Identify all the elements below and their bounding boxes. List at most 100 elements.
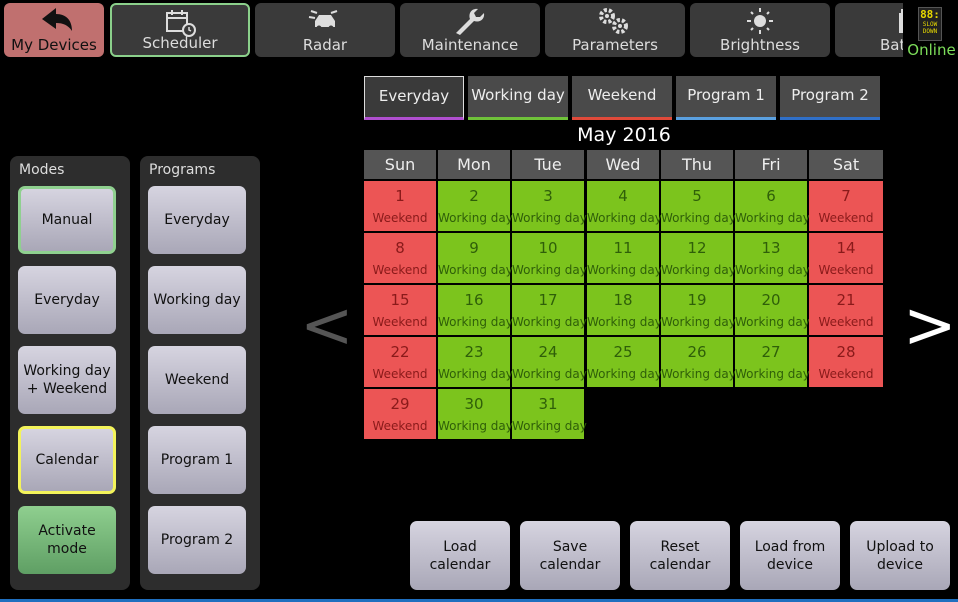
calendar-day[interactable]: 16 Working day (438, 285, 513, 335)
calendar-day[interactable]: 18 Working day (587, 285, 662, 335)
calendar-day[interactable]: 4 Working day (587, 181, 662, 231)
day-number: 20 (761, 291, 781, 309)
day-number: 14 (836, 239, 856, 257)
calendar-day[interactable]: 30 Working day (438, 389, 513, 439)
calendar-day[interactable]: 14 Weekend (809, 233, 883, 283)
day-type: Working day (438, 419, 513, 433)
calendar-day[interactable]: 21 Weekend (809, 285, 883, 335)
day-type: Working day (512, 263, 587, 277)
activate-mode-button[interactable]: Activate mode (18, 506, 116, 574)
day-number: 16 (464, 291, 484, 309)
calendar-day[interactable]: 27 Working day (735, 337, 810, 387)
calendar-day[interactable]: 13 Working day (735, 233, 810, 283)
tab-my-devices[interactable]: My Devices (4, 3, 104, 57)
online-status: Online (907, 41, 956, 59)
day-type: Working day (735, 263, 810, 277)
day-type: Weekend (372, 367, 428, 381)
action-label: Save calendar (539, 538, 601, 573)
filter-label: Program 1 (687, 86, 765, 104)
filter-working-day[interactable]: Working day (468, 76, 568, 120)
tab-brightness[interactable]: Brightness (690, 3, 830, 57)
calendar-day[interactable]: 20 Working day (735, 285, 810, 335)
filter-weekend[interactable]: Weekend (572, 76, 672, 120)
day-number: 1 (395, 187, 405, 205)
weekday-header: Wed (587, 150, 659, 179)
upload-to-device-button[interactable]: Upload to device (850, 521, 950, 590)
programs-panel: Programs Everyday Working day Weekend Pr… (140, 156, 260, 590)
filter-label: Everyday (378, 87, 450, 105)
calendar-day[interactable]: 5 Working day (661, 181, 736, 231)
program-weekend-button[interactable]: Weekend (148, 346, 246, 414)
mode-calendar-button[interactable]: Calendar (18, 426, 116, 494)
load-calendar-button[interactable]: Load calendar (410, 521, 510, 590)
calendar-day[interactable]: 22 Weekend (364, 337, 436, 387)
wrench-icon (400, 7, 540, 35)
calendar-day[interactable]: 19 Working day (661, 285, 736, 335)
tab-label: Bat (880, 36, 903, 54)
program-2-button[interactable]: Program 2 (148, 506, 246, 574)
lcd-line1: SLOW (922, 21, 938, 28)
weekday-header: Mon (438, 150, 510, 179)
day-number: 7 (841, 187, 851, 205)
filter-program-2[interactable]: Program 2 (780, 76, 880, 120)
calendar-day[interactable]: 3 Working day (512, 181, 587, 231)
day-type: Working day (512, 419, 587, 433)
tab-label: Brightness (720, 36, 800, 54)
calendar-day[interactable]: 15 Weekend (364, 285, 436, 335)
day-number: 15 (390, 291, 410, 309)
calendar-day[interactable]: 6 Working day (735, 181, 810, 231)
calendar-day[interactable]: 11 Working day (587, 233, 662, 283)
weekday-header: Tue (512, 150, 584, 179)
reset-calendar-button[interactable]: Reset calendar (630, 521, 730, 590)
calendar-day[interactable]: 7 Weekend (809, 181, 883, 231)
top-navigation: My Devices Scheduler Radar Maintenance P… (0, 0, 958, 60)
calendar-day[interactable]: 9 Working day (438, 233, 513, 283)
day-type: Weekend (372, 263, 428, 277)
program-label: Program 2 (160, 532, 234, 548)
tab-label: Radar (302, 36, 348, 54)
mode-manual-button[interactable]: Manual (18, 186, 116, 254)
day-number: 13 (761, 239, 781, 257)
day-type: Working day (661, 367, 736, 381)
calendar-day[interactable]: 28 Weekend (809, 337, 883, 387)
battery-icon (835, 7, 903, 35)
calendar-day[interactable]: 31 Working day (512, 389, 587, 439)
program-1-button[interactable]: Program 1 (148, 426, 246, 494)
calendar-day[interactable]: 2 Working day (438, 181, 513, 231)
calendar-day[interactable]: 17 Working day (512, 285, 587, 335)
tab-parameters[interactable]: Parameters (545, 3, 685, 57)
filter-everyday[interactable]: Everyday (364, 76, 464, 120)
tab-label: My Devices (11, 36, 97, 54)
save-calendar-button[interactable]: Save calendar (520, 521, 620, 590)
program-everyday-button[interactable]: Everyday (148, 186, 246, 254)
mode-label: Everyday (34, 292, 100, 308)
filter-program-1[interactable]: Program 1 (676, 76, 776, 120)
modes-title: Modes (19, 162, 65, 178)
calendar-day[interactable]: 8 Weekend (364, 233, 436, 283)
day-number: 21 (836, 291, 856, 309)
tab-radar[interactable]: Radar (255, 3, 395, 57)
load-from-device-button[interactable]: Load from device (740, 521, 840, 590)
calendar-day[interactable]: 12 Working day (661, 233, 736, 283)
calendar-day[interactable]: 24 Working day (512, 337, 587, 387)
calendar-day[interactable]: 25 Working day (587, 337, 662, 387)
day-type: Weekend (372, 419, 428, 433)
prev-month-button[interactable]: < (300, 294, 354, 358)
calendar-day[interactable]: 1 Weekend (364, 181, 436, 231)
mode-everyday-button[interactable]: Everyday (18, 266, 116, 334)
calendar-day[interactable]: 10 Working day (512, 233, 587, 283)
calendar-day[interactable]: 26 Working day (661, 337, 736, 387)
tab-scheduler[interactable]: Scheduler (110, 3, 250, 57)
program-label: Weekend (164, 372, 230, 388)
tab-battery[interactable]: Bat (835, 3, 903, 57)
next-month-button[interactable]: > (903, 294, 957, 358)
tab-maintenance[interactable]: Maintenance (400, 3, 540, 57)
mode-working-weekend-button[interactable]: Working day + Weekend (18, 346, 116, 414)
calendar-day[interactable]: 29 Weekend (364, 389, 436, 439)
calendar-day[interactable]: 23 Working day (438, 337, 513, 387)
modes-panel: Modes Manual Everyday Working day + Week… (10, 156, 130, 590)
program-working-day-button[interactable]: Working day (148, 266, 246, 334)
action-label: Load calendar (429, 538, 491, 573)
day-number: 10 (538, 239, 558, 257)
weekday-header: Thu (661, 150, 733, 179)
